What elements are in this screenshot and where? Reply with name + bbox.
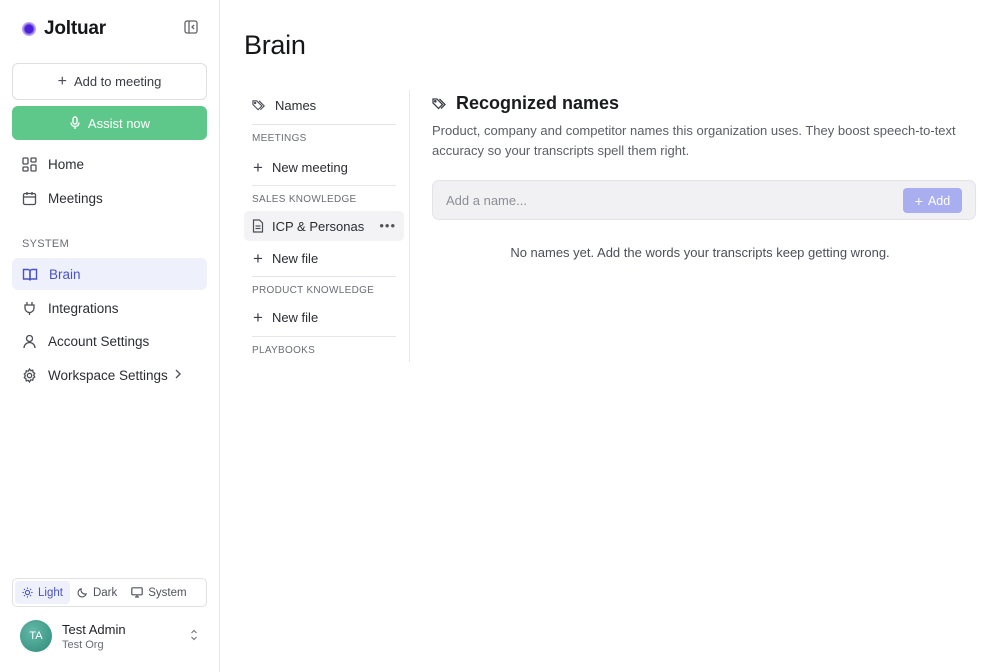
section-label-meetings: MEETINGS <box>252 133 307 144</box>
plus-icon: + <box>253 157 263 177</box>
section-label-sales-knowledge: SALES KNOWLEDGE <box>252 194 357 205</box>
content-description: Product, company and competitor names th… <box>432 123 956 158</box>
brand[interactable]: Joltuar <box>20 18 106 40</box>
sidebar-item-label: Brain <box>49 266 81 282</box>
file-icon <box>252 219 264 233</box>
sidebar-item-account-settings[interactable]: Account Settings <box>12 325 207 357</box>
moon-icon <box>77 588 87 598</box>
add-name-button[interactable]: + Add <box>903 188 962 213</box>
new-file-button-product[interactable]: + New file <box>244 302 404 332</box>
app-name: Joltuar <box>44 18 106 39</box>
brain-nav-label: New meeting <box>271 159 348 175</box>
section-label-product-knowledge: PRODUCT KNOWLEDGE <box>252 285 375 296</box>
microphone-icon <box>70 116 80 129</box>
add-name-form: + Add <box>432 180 976 220</box>
tags-icon <box>432 97 446 109</box>
sidebar-item-workspace-settings[interactable]: Workspace Settings <box>12 359 207 391</box>
sidebar-item-label: Account Settings <box>48 333 150 349</box>
brain-nav-file-icp-personas[interactable]: ICP & Personas ••• <box>244 211 404 241</box>
plug-icon <box>24 301 35 315</box>
user-icon <box>23 334 36 348</box>
sidebar-item-label: Workspace Settings <box>48 367 168 383</box>
brain-nav-label: ICP & Personas <box>272 218 365 234</box>
divider <box>252 185 396 186</box>
brain-nav-label: New file <box>271 250 319 266</box>
name-input[interactable] <box>446 181 886 219</box>
grid-icon <box>22 156 37 172</box>
chevron-right-icon <box>175 369 181 379</box>
theme-option-label: System <box>148 586 187 599</box>
content-header: Recognized names <box>432 93 619 114</box>
sidebar-item-home[interactable]: Home <box>12 148 207 180</box>
user-org: Test Org <box>62 638 104 651</box>
brain-nav-label: New file <box>271 309 319 325</box>
sidebar-item-label: Home <box>48 156 85 172</box>
add-to-meeting-label: Add to meeting <box>73 74 162 89</box>
plus-icon: + <box>253 307 263 327</box>
sidebar: Joltuar + Add to meeting Assist now Home… <box>0 0 220 672</box>
section-label-playbooks: PLAYBOOKS <box>252 345 316 356</box>
brain-nav-label: Names <box>275 97 317 113</box>
page-title: Brain <box>244 30 306 60</box>
chevron-updown-icon <box>191 629 197 641</box>
plus-icon: + <box>253 248 263 268</box>
sun-icon <box>22 587 33 598</box>
sidebar-item-label: Meetings <box>48 190 103 206</box>
assist-now-label: Assist now <box>87 115 151 131</box>
assist-now-button[interactable]: Assist now <box>12 106 207 140</box>
sidebar-collapse-icon[interactable] <box>184 20 200 36</box>
sidebar-item-meetings[interactable]: Meetings <box>12 182 207 214</box>
logo-icon <box>22 22 36 36</box>
theme-switcher: Light Dark System <box>12 578 207 607</box>
add-button-label: Add <box>927 193 951 208</box>
content-title: Recognized names <box>456 93 620 113</box>
sidebar-item-brain[interactable]: Brain <box>12 258 207 290</box>
theme-option-dark[interactable]: Dark <box>70 581 124 604</box>
avatar: TA <box>20 620 52 652</box>
more-options-icon[interactable]: ••• <box>379 219 396 232</box>
brain-nav-names[interactable]: Names <box>244 90 404 120</box>
calendar-icon <box>22 191 37 205</box>
tags-icon <box>252 99 265 111</box>
plus-icon: + <box>57 72 67 90</box>
section-label-system: SYSTEM <box>22 238 70 250</box>
brain-nav: Names MEETINGS + New meeting SALES KNOWL… <box>244 90 410 362</box>
monitor-icon <box>131 587 144 598</box>
theme-option-label: Light <box>38 586 63 599</box>
theme-option-light[interactable]: Light <box>15 581 70 604</box>
book-icon <box>22 268 38 281</box>
divider <box>252 336 396 337</box>
new-meeting-button[interactable]: + New meeting <box>244 152 404 182</box>
gear-icon <box>23 367 36 383</box>
user-name: Test Admin <box>62 621 126 637</box>
empty-state-message: No names yet. Add the words your transcr… <box>510 245 890 260</box>
sidebar-item-label: Integrations <box>48 300 119 316</box>
user-menu[interactable]: TA Test Admin Test Org <box>20 619 200 653</box>
new-file-button-sales[interactable]: + New file <box>244 243 404 273</box>
theme-option-system[interactable]: System <box>124 581 193 604</box>
divider <box>252 124 396 125</box>
plus-icon: + <box>914 192 923 209</box>
sidebar-item-integrations[interactable]: Integrations <box>12 292 207 324</box>
theme-option-label: Dark <box>92 586 118 599</box>
add-to-meeting-button[interactable]: + Add to meeting <box>12 63 207 100</box>
divider <box>252 276 396 277</box>
